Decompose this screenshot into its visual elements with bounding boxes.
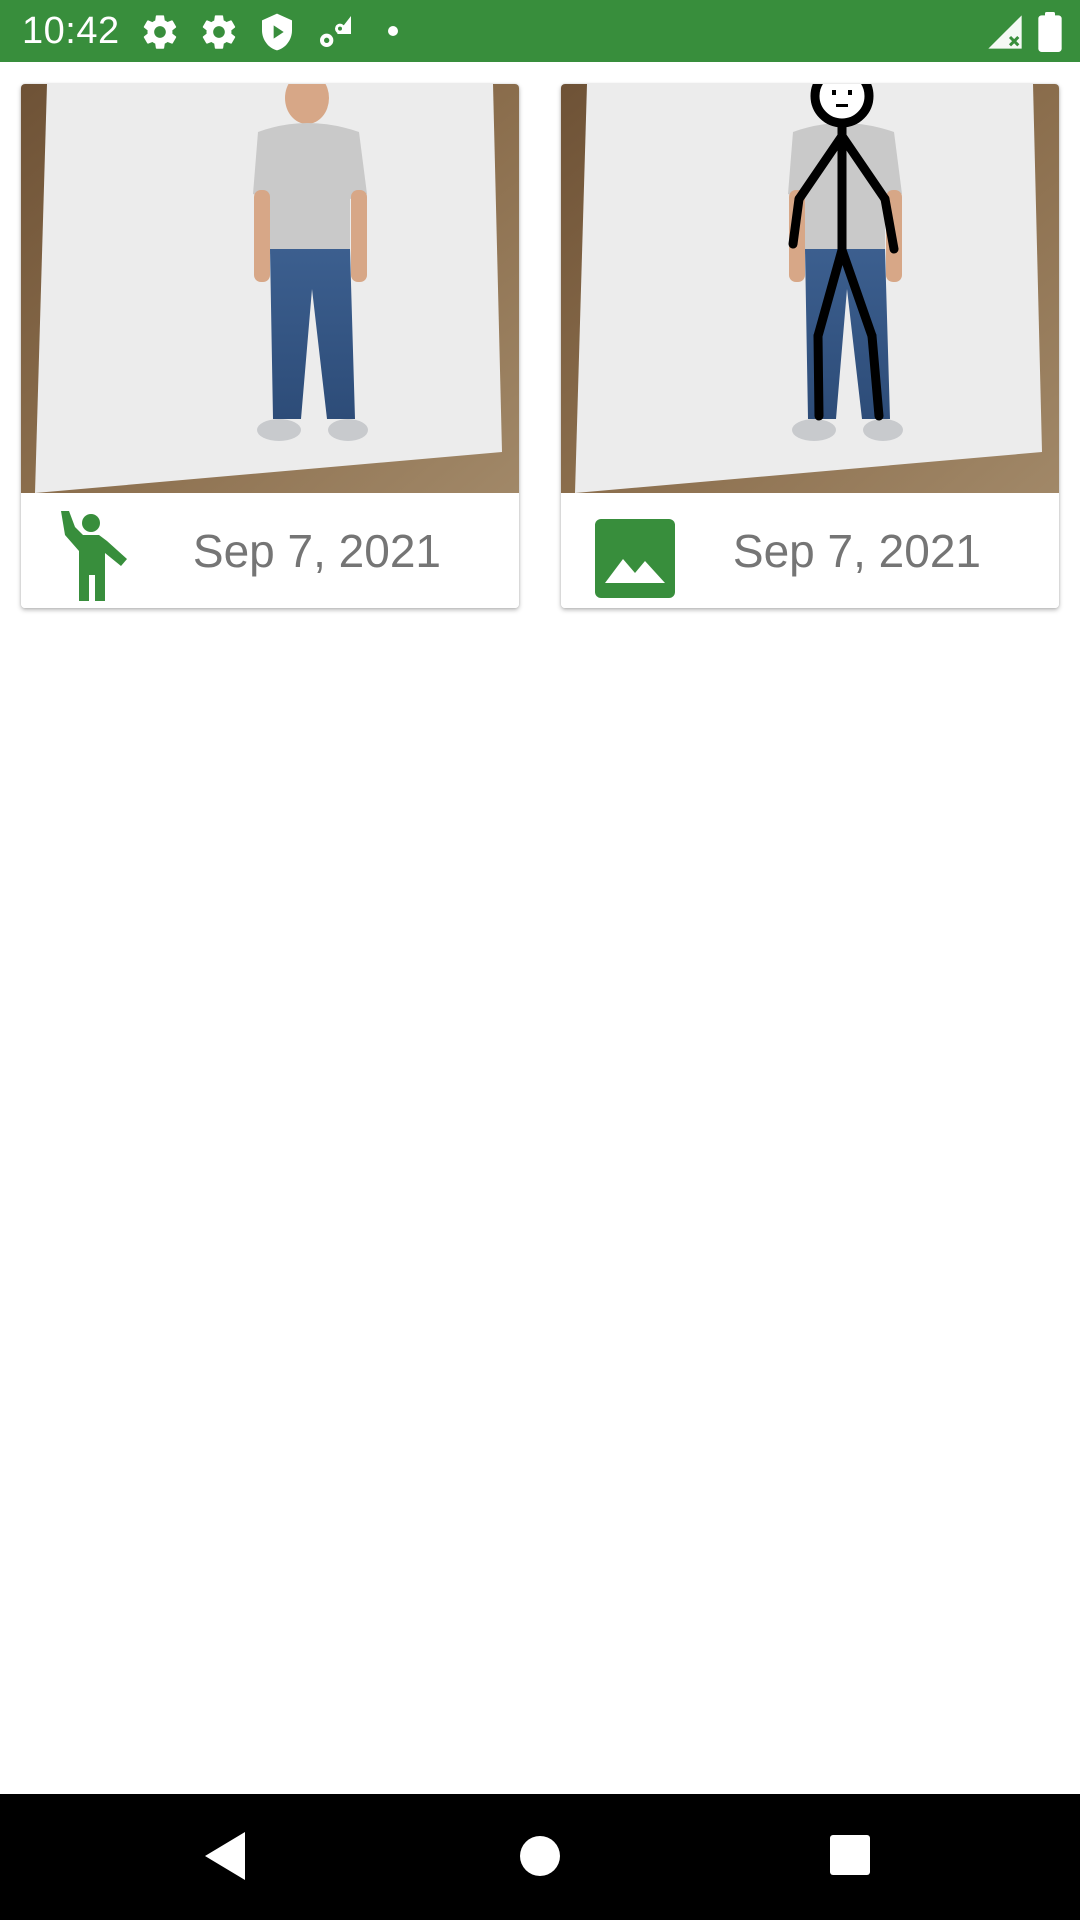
home-button[interactable] <box>510 1826 570 1886</box>
recents-button[interactable] <box>821 1826 881 1886</box>
image-icon <box>595 511 675 601</box>
card-footer: Sep 7, 2021 <box>21 493 519 608</box>
notification-dot-icon <box>383 12 403 52</box>
photo-thumbnail[interactable] <box>21 84 519 493</box>
navigation-bar <box>0 1794 1080 1920</box>
status-time: 10:42 <box>22 10 120 52</box>
settings-icon <box>199 12 239 52</box>
settings-icon <box>140 12 180 52</box>
card-date: Sep 7, 2021 <box>732 525 981 577</box>
vpn-shield-play-icon <box>257 12 297 52</box>
drawing-thumbnail[interactable] <box>561 84 1059 493</box>
card-date: Sep 7, 2021 <box>192 525 441 577</box>
photo-card[interactable]: Sep 7, 2021 <box>21 84 519 608</box>
card-footer: Sep 7, 2021 <box>561 493 1059 608</box>
no-signal-icon <box>985 12 1025 52</box>
gear-signal-icon <box>315 12 355 52</box>
person-waving-icon <box>55 511 135 601</box>
battery-icon <box>1036 12 1064 52</box>
back-button[interactable] <box>197 1826 257 1886</box>
status-bar: 10:42 <box>0 0 1080 62</box>
drawing-card[interactable]: Sep 7, 2021 <box>561 84 1059 608</box>
